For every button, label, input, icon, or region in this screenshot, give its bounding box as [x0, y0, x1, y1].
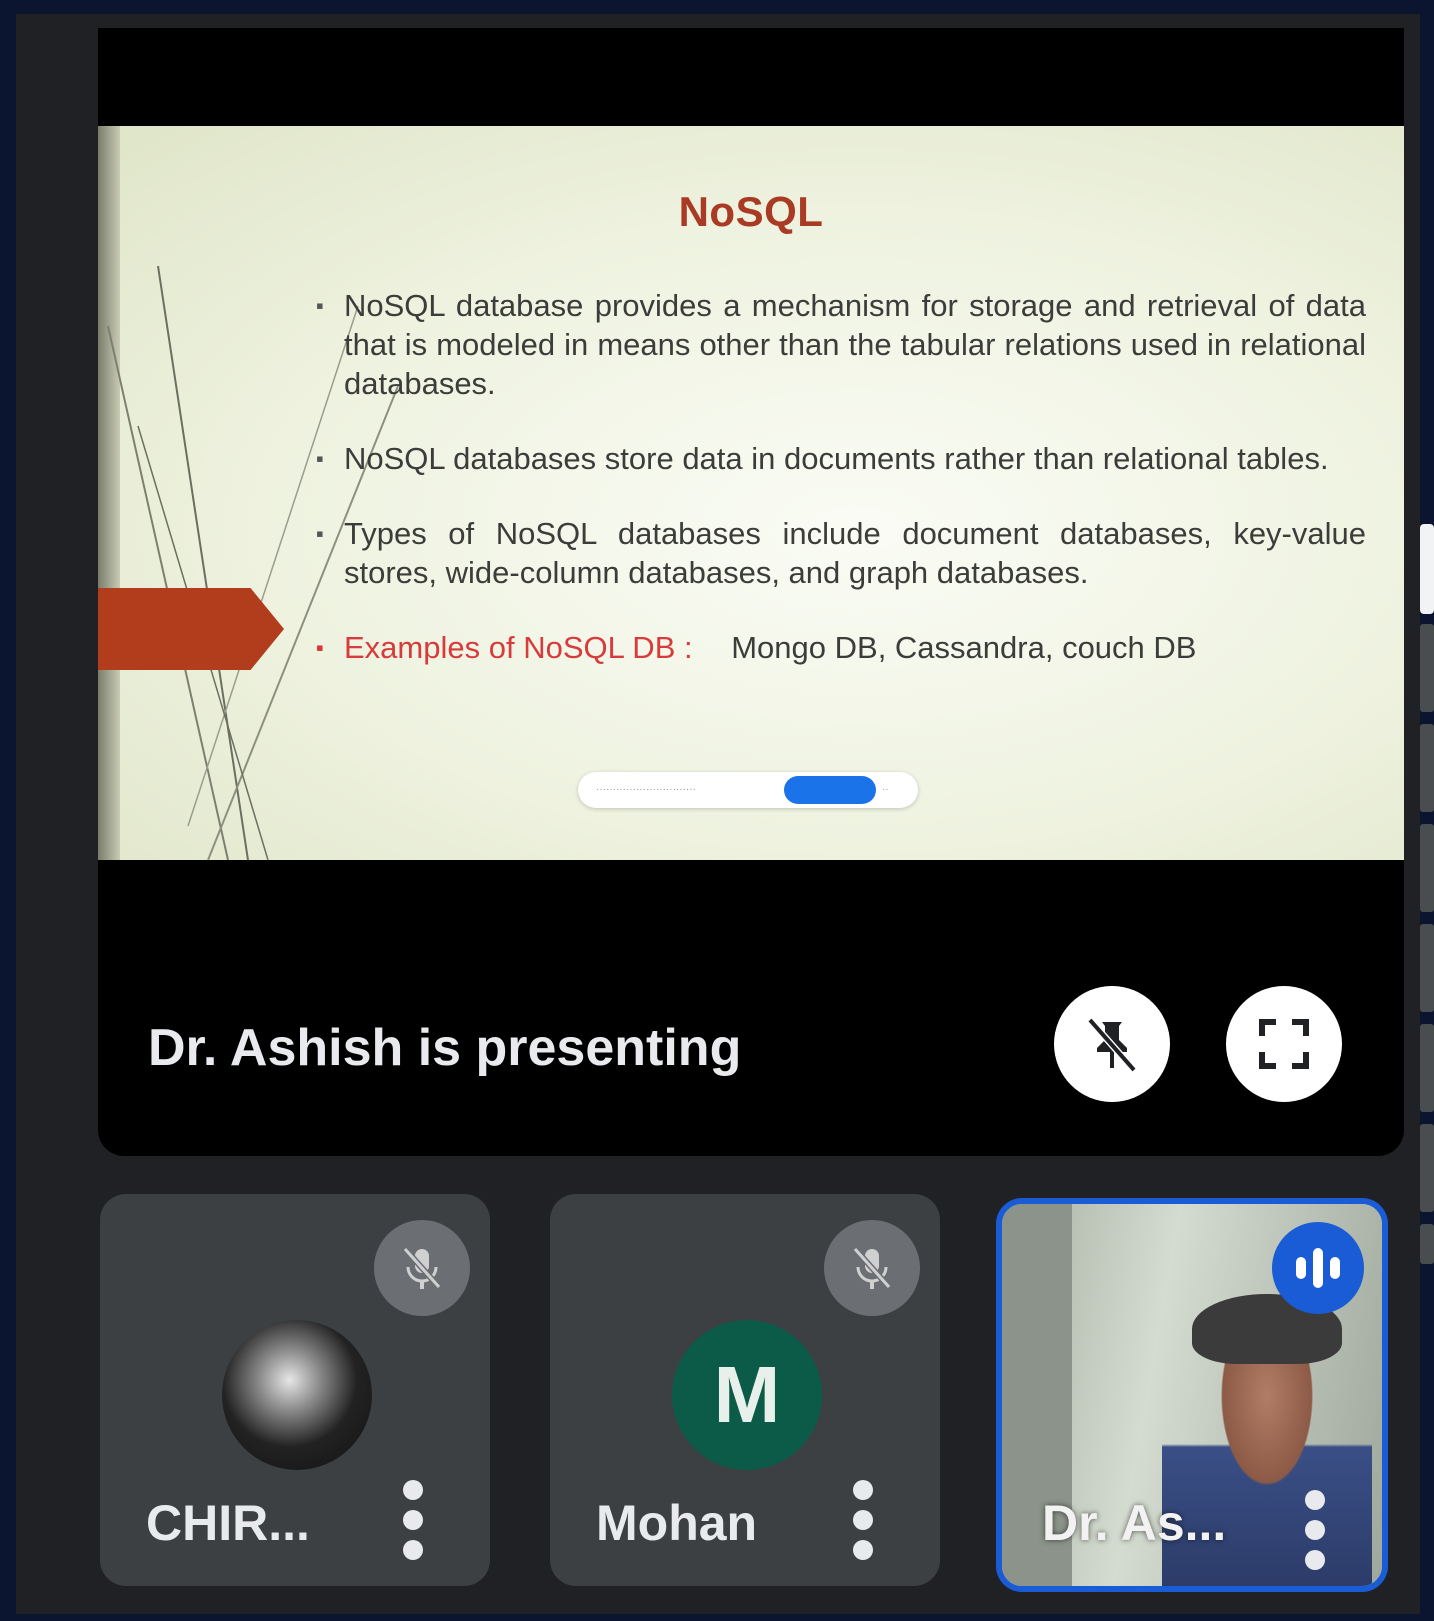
hide-notice-button[interactable]: ··: [882, 784, 889, 795]
mic-off-icon: [852, 1246, 892, 1290]
audio-level-icon: [1296, 1257, 1306, 1279]
scrollbar-segment: [1420, 1124, 1434, 1212]
fullscreen-icon: [1259, 1019, 1309, 1069]
participant-avatar: [222, 1320, 372, 1470]
participant-name: Mohan: [596, 1495, 758, 1551]
slide-arrow-decoration: [98, 588, 284, 670]
unpin-button[interactable]: [1054, 986, 1170, 1102]
more-vert-icon: [403, 1480, 423, 1500]
participant-tile-active-speaker[interactable]: Dr. As...: [996, 1198, 1388, 1592]
screen-share-notice: ······························ ··: [578, 772, 918, 808]
slide-bullet: NoSQL database provides a mechanism for …: [316, 286, 1366, 403]
scrollbar-segment: [1420, 824, 1434, 912]
slide-bullet: Types of NoSQL databases include documen…: [316, 514, 1366, 592]
scrollbar-segment: [1420, 1024, 1434, 1112]
scrollbar-thumb[interactable]: [1420, 524, 1434, 614]
more-vert-icon: [1305, 1490, 1325, 1510]
scrollbar-segment: [1420, 1224, 1434, 1264]
slide-bullets: NoSQL database provides a mechanism for …: [316, 286, 1366, 703]
scrollbar-segment: [1420, 624, 1434, 712]
more-options-button[interactable]: [398, 1480, 428, 1570]
slide-bullet: NoSQL databases store data in documents …: [316, 439, 1366, 478]
scrollbar[interactable]: [1420, 524, 1434, 1284]
participant-name: CHIR...: [146, 1495, 310, 1551]
mic-off-badge: [374, 1220, 470, 1316]
participant-avatar-letter: M: [672, 1320, 822, 1470]
more-options-button[interactable]: [848, 1480, 878, 1570]
stop-sharing-button[interactable]: [784, 776, 876, 804]
slide-bullet-examples: Examples of NoSQL DB : Mongo DB, Cassand…: [316, 628, 1366, 667]
share-notice-text: ······························: [596, 784, 696, 795]
examples-label: Examples of NoSQL DB :: [344, 630, 693, 665]
presenting-label: Dr. Ashish is presenting: [148, 1019, 742, 1077]
participant-name: Dr. As...: [1042, 1495, 1227, 1551]
participant-tile[interactable]: M Mohan: [550, 1194, 940, 1586]
scrollbar-segment: [1420, 924, 1434, 1012]
pin-off-icon: [1087, 1017, 1137, 1073]
audio-level-indicator: [1272, 1222, 1364, 1314]
more-vert-icon: [853, 1480, 873, 1500]
participant-tile[interactable]: CHIR...: [100, 1194, 490, 1586]
mic-off-icon: [402, 1246, 442, 1290]
scrollbar-segment: [1420, 724, 1434, 812]
examples-value: Mongo DB, Cassandra, couch DB: [731, 630, 1197, 665]
meeting-window: NoSQL NoSQL database provides a mechanis…: [16, 14, 1434, 1614]
slide-title: NoSQL: [678, 188, 824, 235]
mic-off-badge: [824, 1220, 920, 1316]
more-options-button[interactable]: [1300, 1490, 1330, 1580]
shared-slide: NoSQL NoSQL database provides a mechanis…: [98, 126, 1404, 860]
presentation-area[interactable]: NoSQL NoSQL database provides a mechanis…: [98, 28, 1404, 1156]
fullscreen-button[interactable]: [1226, 986, 1342, 1102]
